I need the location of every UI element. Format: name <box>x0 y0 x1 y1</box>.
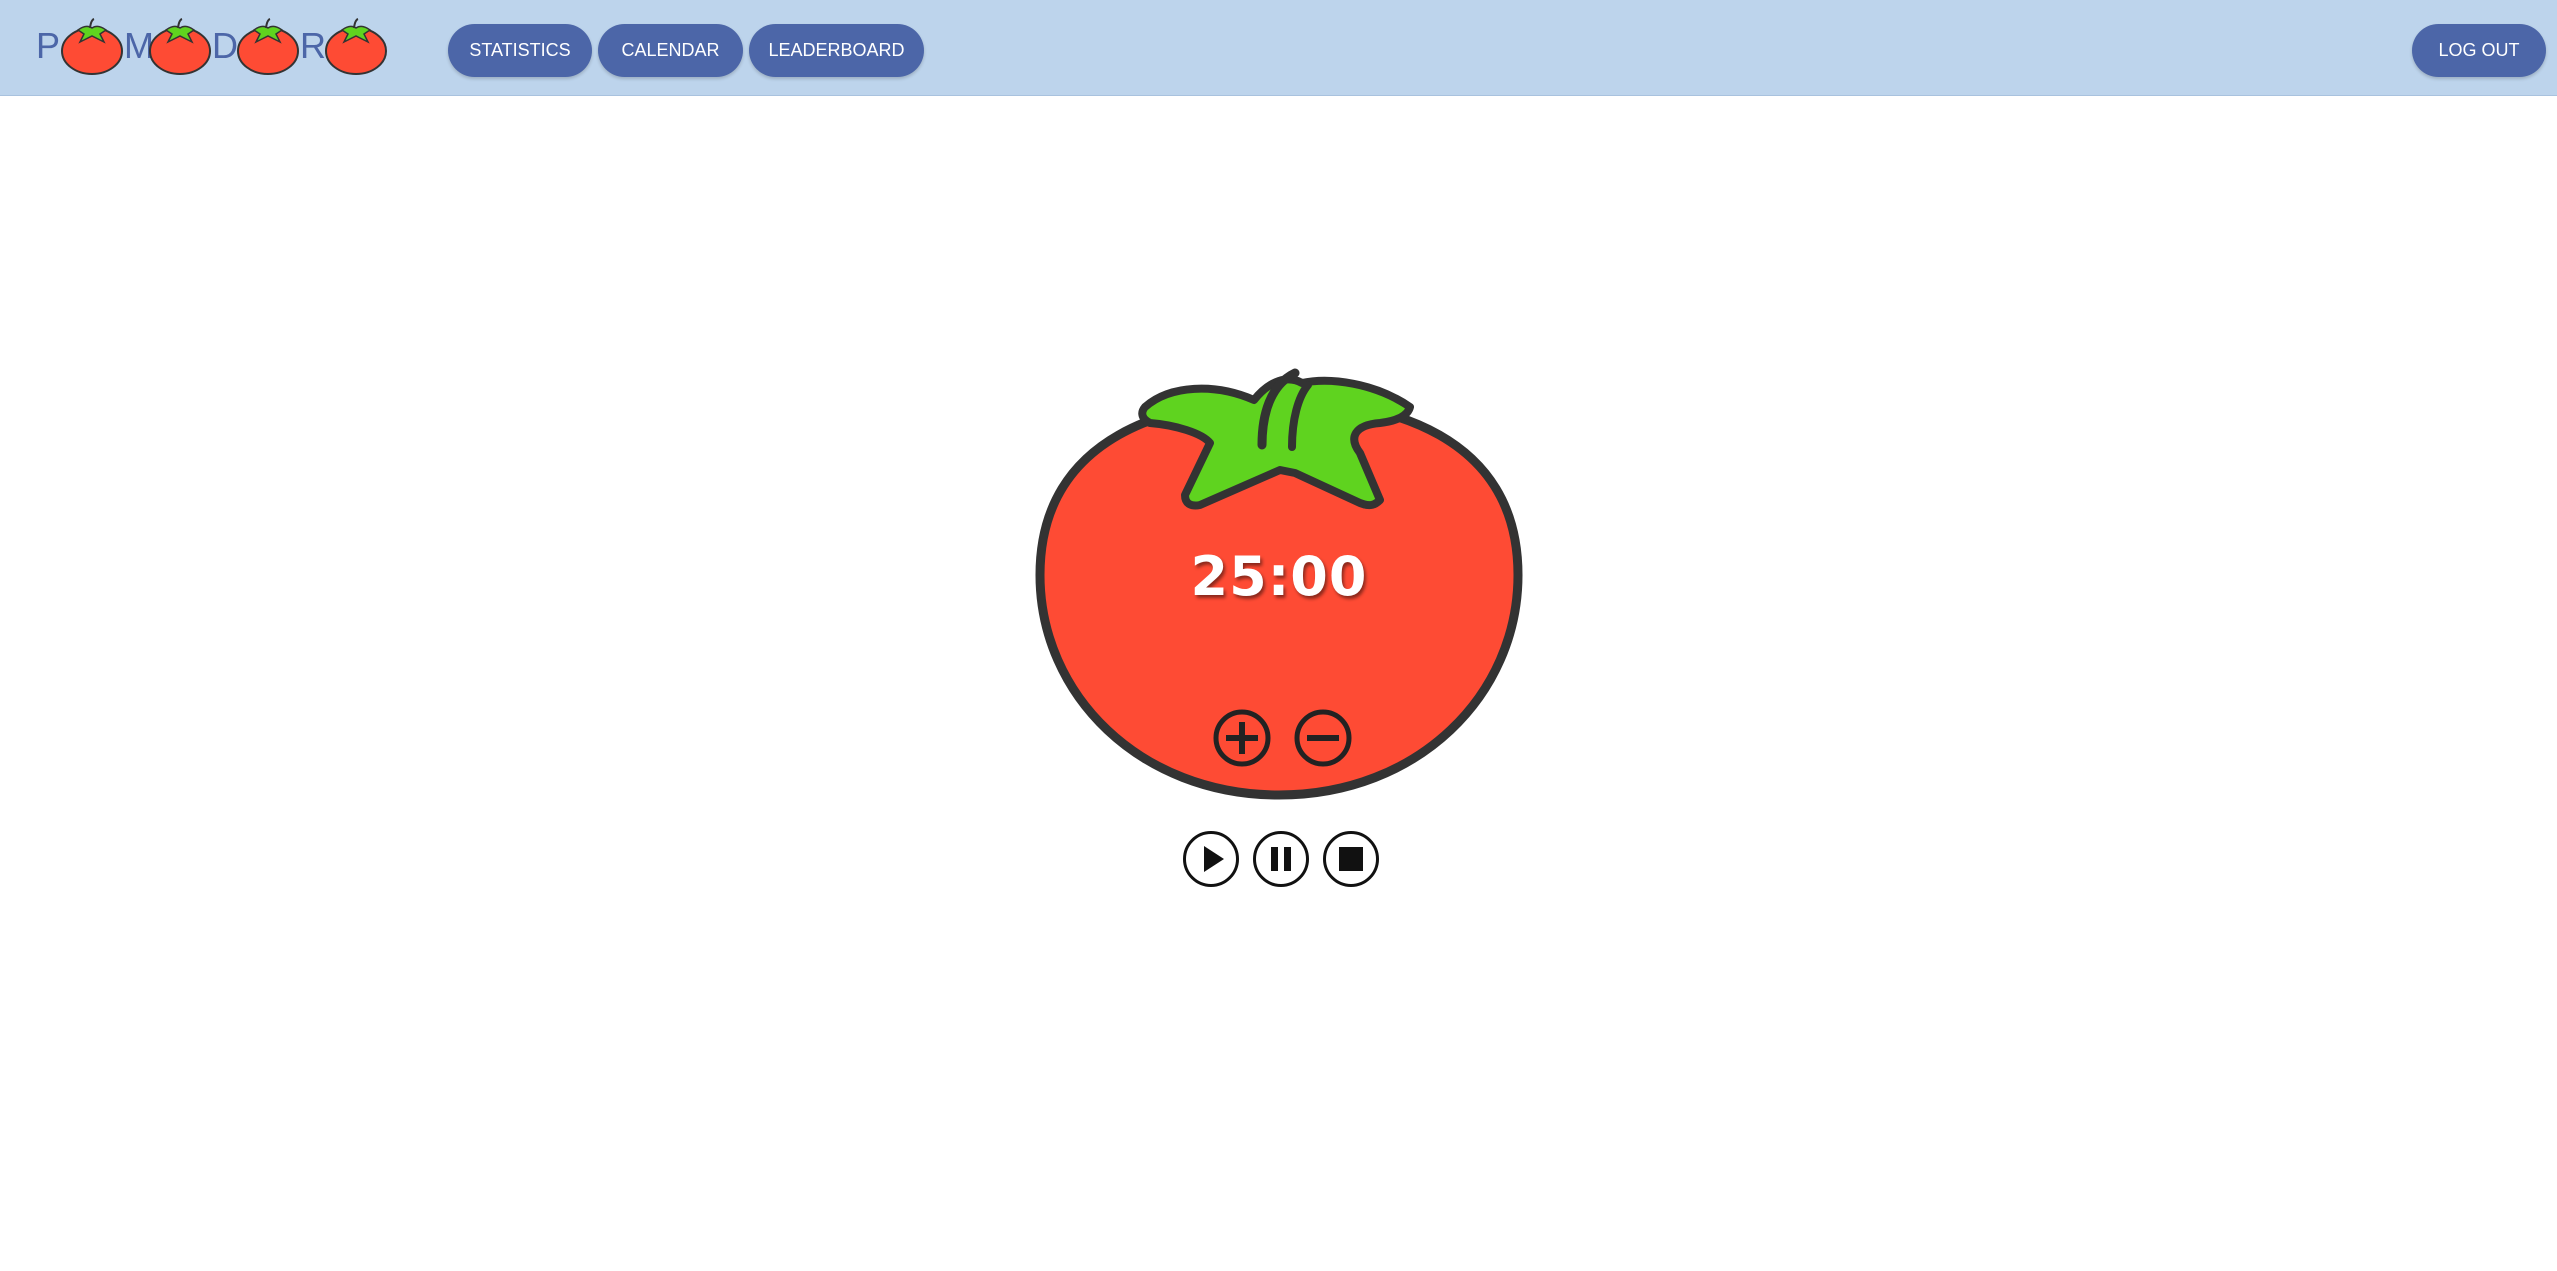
leaderboard-button[interactable]: LEADERBOARD <box>749 24 924 77</box>
logo-letter-r: R <box>300 25 326 66</box>
logo-letter-p: P <box>36 25 61 66</box>
tomato-timer: 25:00 <box>1030 355 1528 805</box>
timer-display: 25:00 <box>1190 545 1368 608</box>
stop-button[interactable] <box>1322 830 1380 888</box>
minus-circle-icon <box>1294 709 1352 767</box>
play-button[interactable] <box>1182 830 1240 888</box>
tomato-icon <box>236 16 300 76</box>
plus-circle-icon <box>1213 709 1271 767</box>
logo-letter-m: M <box>124 25 154 66</box>
tomato-icon <box>60 16 124 76</box>
tomato-icon <box>324 16 388 76</box>
logout-button[interactable]: LOG OUT <box>2412 24 2546 77</box>
app-logo[interactable]: P M D R <box>36 16 388 76</box>
stop-icon <box>1323 831 1379 887</box>
logo-letter-d: D <box>212 25 238 66</box>
statistics-button[interactable]: STATISTICS <box>448 24 592 77</box>
tomato-icon <box>148 16 212 76</box>
increase-time-button[interactable] <box>1212 708 1272 768</box>
pause-button[interactable] <box>1252 830 1310 888</box>
pause-icon <box>1253 831 1309 887</box>
top-nav-bar: P M D R STATISTICS CALENDAR LEADERBOARD … <box>0 0 2557 96</box>
decrease-time-button[interactable] <box>1293 708 1353 768</box>
calendar-button[interactable]: CALENDAR <box>598 24 743 77</box>
play-icon <box>1183 831 1239 887</box>
